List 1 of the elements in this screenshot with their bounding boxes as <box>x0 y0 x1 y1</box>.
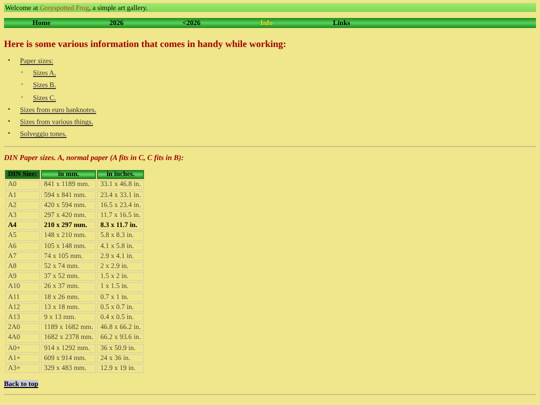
page-heading: Here is some various information that comes in handy while working: <box>4 40 288 50</box>
